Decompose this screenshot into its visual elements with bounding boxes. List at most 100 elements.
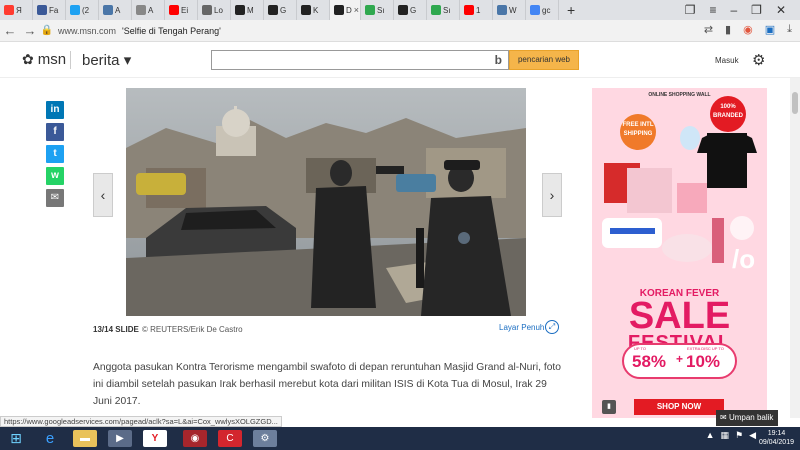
site-header: ✿ msn berita ▾ b pencarian web Masuk ⚙ xyxy=(0,42,800,78)
clock-time: 19:14 xyxy=(767,430,786,437)
next-slide-button[interactable]: › xyxy=(542,173,562,217)
slide-photo-illustration xyxy=(126,88,526,316)
share-email-icon[interactable]: ✉ xyxy=(46,189,64,207)
previous-slide-button[interactable]: ‹ xyxy=(93,173,113,217)
browser-tab[interactable]: W xyxy=(493,0,526,20)
network-icon[interactable]: ▦ xyxy=(720,430,729,441)
feedback-button[interactable]: ✉ Umpan balik xyxy=(716,410,778,426)
tab-favicon-icon xyxy=(268,5,278,15)
media-app-icon[interactable]: ◉ xyxy=(183,430,207,447)
flag-icon[interactable]: ⚑ xyxy=(735,430,743,441)
browser-tab[interactable]: Sı xyxy=(361,0,394,20)
scrollbar-thumb[interactable] xyxy=(792,92,798,114)
browser-tab[interactable]: G xyxy=(394,0,427,20)
tab-favicon-icon xyxy=(530,5,540,15)
msn-logo-text: msn xyxy=(37,51,67,68)
download-icon[interactable]: ⤓ xyxy=(787,23,792,36)
browser-tab[interactable]: G xyxy=(264,0,297,20)
tab-favicon-icon xyxy=(235,5,245,15)
fullscreen-link[interactable]: Layar Penuh xyxy=(499,323,544,332)
gear-icon[interactable]: ⚙ xyxy=(752,51,765,69)
browser-tab[interactable]: Sı xyxy=(427,0,460,20)
browser-tab[interactable]: K xyxy=(297,0,330,20)
tab-label: Sı xyxy=(443,5,451,15)
bookmark-manager-icon[interactable]: ❐ xyxy=(685,3,696,17)
red-app-icon[interactable]: C xyxy=(218,430,242,447)
web-search-button[interactable]: pencarian web xyxy=(509,50,579,70)
fullscreen-icon[interactable]: ⤢ xyxy=(545,320,559,334)
tool-app-icon[interactable]: ⚙ xyxy=(253,430,277,447)
close-window-icon[interactable]: ✕ xyxy=(776,3,786,17)
browser-tab[interactable]: (2 xyxy=(66,0,99,20)
tab-label: Ei xyxy=(181,5,189,15)
media-player-icon[interactable]: ▶ xyxy=(108,430,132,447)
tab-favicon-icon xyxy=(4,5,14,15)
taskbar-clock[interactable]: 19:14 09/04/2019 xyxy=(759,429,794,447)
tray-up-arrow-icon[interactable]: ▲ xyxy=(706,430,715,441)
tab-label: gc xyxy=(542,5,551,15)
shop-now-button[interactable]: SHOP NOW xyxy=(634,399,724,415)
new-tab-button[interactable]: + xyxy=(567,2,575,18)
internet-explorer-icon[interactable]: e xyxy=(38,430,62,447)
tab-favicon-icon xyxy=(497,5,507,15)
tab-favicon-icon xyxy=(431,5,441,15)
tab-label: M xyxy=(247,5,254,15)
lock-icon[interactable]: 🔒 xyxy=(40,25,54,36)
browser-tab[interactable]: gc xyxy=(526,0,559,20)
yandex-browser-icon[interactable]: Y xyxy=(143,430,167,447)
slide-photo[interactable] xyxy=(126,88,526,316)
ad-bookmark-icon[interactable]: ▮ xyxy=(602,400,616,414)
tab-favicon-icon xyxy=(398,5,408,15)
extension-icon[interactable]: ▣ xyxy=(765,23,775,36)
advertisement[interactable]: ONLINE SHOPPING WALL FREE INTL SHIPPING … xyxy=(592,88,767,418)
share-twitter-icon[interactable]: t xyxy=(46,145,64,163)
browser-tab[interactable]: A xyxy=(99,0,132,20)
file-explorer-icon[interactable]: ▬ xyxy=(73,430,97,447)
maximize-icon[interactable]: ❐ xyxy=(751,3,762,17)
tab-list: Я Fa (2 A A Ei Lo M G K D × Sı G Sı 1 Wgc xyxy=(0,0,559,20)
tab-favicon-icon xyxy=(70,5,80,15)
msn-logo[interactable]: ✿ msn xyxy=(22,51,66,68)
tab-label: D xyxy=(346,5,352,15)
tab-label: A xyxy=(148,5,154,15)
menu-icon[interactable]: ≡ xyxy=(709,3,716,17)
share-linkedin-icon[interactable]: in xyxy=(46,101,64,119)
share-facebook-icon[interactable]: f xyxy=(46,123,64,141)
browser-tab[interactable]: Lo xyxy=(198,0,231,20)
page-scrollbar[interactable] xyxy=(790,78,800,418)
tab-favicon-icon xyxy=(301,5,311,15)
protect-icon[interactable]: ◉ xyxy=(743,23,753,36)
ad-upto-1: UP TO xyxy=(634,346,647,351)
browser-tab[interactable]: D × xyxy=(330,0,361,20)
section-menu[interactable]: berita ▾ xyxy=(82,51,131,69)
svg-text:/o: /o xyxy=(732,244,755,274)
back-icon[interactable]: ← xyxy=(0,23,20,38)
browser-tab[interactable]: Fa xyxy=(33,0,66,20)
share-whatsapp-icon[interactable]: w xyxy=(46,167,64,185)
tab-close-icon[interactable]: × xyxy=(354,5,359,15)
browser-tab[interactable]: Я xyxy=(0,0,33,20)
clock-date: 09/04/2019 xyxy=(758,439,794,446)
browser-tab-strip: Я Fa (2 A A Ei Lo M G K D × Sı G Sı 1 Wgc + ❐ ≡ – ❐ ✕ xyxy=(0,0,800,20)
ad-discount-pill: UP TO 58% + EXTRA DISC UP TO 10% xyxy=(622,343,737,379)
forward-icon[interactable]: → xyxy=(20,23,40,38)
url-field[interactable]: www.msn.com xyxy=(58,26,116,36)
browser-tab[interactable]: 1 xyxy=(460,0,493,20)
tab-label: (2 xyxy=(82,5,90,15)
tab-favicon-icon xyxy=(169,5,179,15)
slide-caption: Anggota pasukan Kontra Terorisme mengamb… xyxy=(93,362,562,407)
volume-icon[interactable]: ◀ xyxy=(749,430,756,441)
tab-favicon-icon xyxy=(464,5,474,15)
browser-tab[interactable]: Ei xyxy=(165,0,198,20)
page-title: 'Selfie di Tengah Perang' xyxy=(122,25,221,36)
bookmark-icon[interactable]: ▮ xyxy=(725,23,731,36)
browser-tab[interactable]: A xyxy=(132,0,165,20)
translate-icon[interactable]: ⇄ xyxy=(704,23,713,36)
address-bar: ← → 🔒 www.msn.com 'Selfie di Tengah Pera… xyxy=(0,20,800,42)
start-button[interactable]: ⊞ xyxy=(2,429,30,448)
minimize-icon[interactable]: – xyxy=(730,3,737,17)
search-input[interactable]: b xyxy=(211,50,509,70)
signin-link[interactable]: Masuk xyxy=(715,56,739,65)
browser-tab[interactable]: M xyxy=(231,0,264,20)
tab-label: G xyxy=(280,5,287,15)
